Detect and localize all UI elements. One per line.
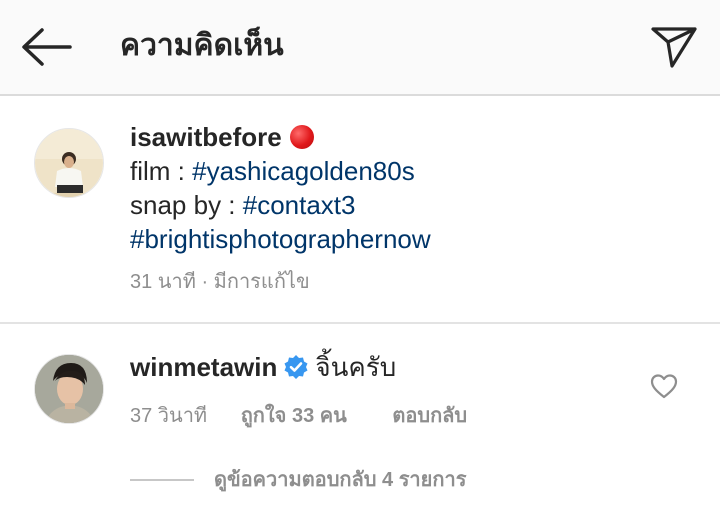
page-title: ความคิดเห็น — [120, 29, 284, 62]
commenter-avatar[interactable] — [34, 354, 104, 424]
caption-line-tag: #brightisphotographernow — [130, 222, 690, 256]
caption-line-snap: snap by : #contaxt3 — [130, 188, 690, 222]
back-button[interactable] — [18, 22, 74, 72]
caption-label: film : — [130, 156, 193, 186]
heart-outline-icon — [650, 374, 678, 399]
divider — [0, 322, 720, 324]
like-comment-button[interactable] — [646, 370, 682, 402]
caption-line-film: film : #yashicagolden80s — [130, 154, 690, 188]
comment-meta: 37 วินาที ถูกใจ 33 คน ตอบกลับ — [130, 402, 650, 430]
post-username[interactable]: isawitbefore — [130, 122, 282, 152]
hashtag-link[interactable]: #brightisphotographernow — [130, 224, 431, 254]
post-caption: isawitbefore film : #yashicagolden80s sn… — [130, 120, 690, 296]
comment-likes-link[interactable]: ถูกใจ 33 คน — [241, 402, 347, 430]
reply-button[interactable]: ตอบกลับ — [392, 402, 467, 430]
avatar-photo — [35, 129, 103, 197]
hashtag-link[interactable]: #contaxt3 — [243, 190, 356, 220]
comment: winmetawin จิ้นครับ 37 วินาที ถูกใจ 33 ค… — [130, 350, 650, 430]
view-replies-button[interactable]: ดูข้อความตอบกลับ 4 รายการ — [130, 466, 466, 494]
red-circle-icon — [289, 125, 314, 149]
post-author-avatar[interactable] — [34, 128, 104, 198]
paper-plane-icon — [651, 27, 697, 68]
avatar-photo — [35, 355, 103, 423]
hashtag-link[interactable]: #yashicagolden80s — [192, 156, 415, 186]
comment-timestamp: 37 วินาที — [130, 405, 208, 427]
comments-screen: ความคิดเห็น isawitbefore film : #yashica… — [0, 0, 720, 514]
replies-divider-line — [130, 479, 194, 481]
arrow-left-icon — [22, 28, 72, 66]
post-timestamp: 31 นาที · มีการแก้ไข — [130, 271, 310, 293]
verified-badge-icon — [283, 354, 309, 388]
comment-username[interactable]: winmetawin — [130, 352, 277, 382]
top-bar: ความคิดเห็น — [0, 0, 720, 96]
share-button[interactable] — [646, 22, 702, 72]
view-replies-label: ดูข้อความตอบกลับ 4 รายการ — [214, 469, 467, 491]
comment-text: จิ้นครับ — [315, 352, 397, 382]
caption-label: snap by : — [130, 190, 243, 220]
